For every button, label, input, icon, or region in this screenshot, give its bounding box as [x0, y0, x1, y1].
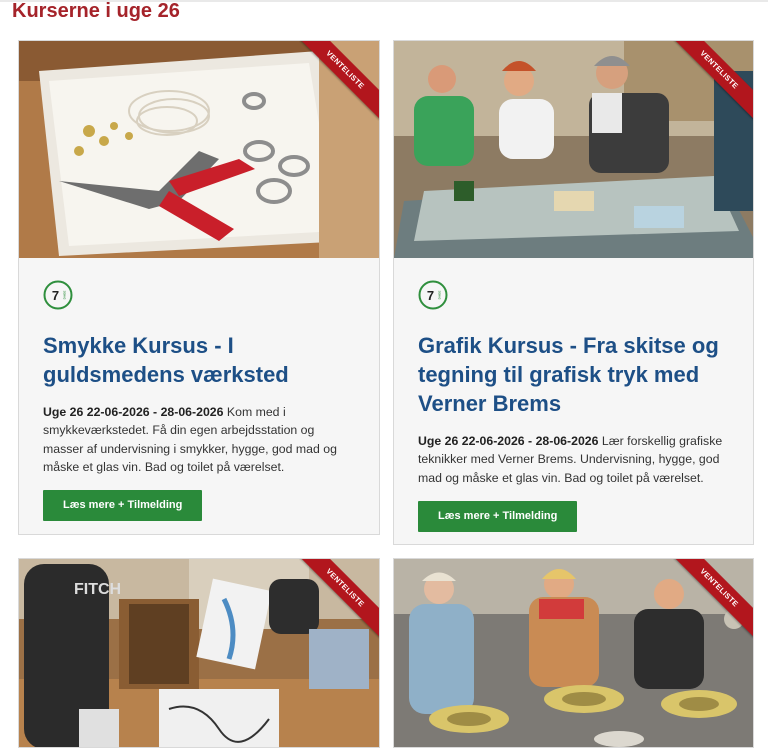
svg-text:DAGE: DAGE [438, 291, 442, 300]
course-card-smykke: VENTELISTE 7 DAGE Smykke Kursus - I guld… [18, 40, 380, 535]
course-description: Uge 26 22-06-2026 - 28-06-2026 Kom med i… [43, 403, 355, 476]
course-card-painting: FITCH VENTELISTE [18, 558, 380, 748]
read-more-signup-button[interactable]: Læs mere + Tilmelding [418, 500, 578, 532]
course-date: Uge 26 22-06-2026 - 28-06-2026 [43, 405, 224, 419]
course-description: Uge 26 22-06-2026 - 28-06-2026 Lær forsk… [418, 432, 729, 487]
seven-days-badge-icon: 7 DAGE [418, 280, 448, 310]
svg-text:DAGE: DAGE [63, 291, 67, 300]
card-image-painting[interactable]: FITCH VENTELISTE [19, 559, 379, 747]
seven-days-badge-icon: 7 DAGE [43, 280, 73, 310]
waitlist-ribbon: VENTELISTE [673, 559, 753, 639]
course-title[interactable]: Smykke Kursus - I guldsmedens værksted [43, 331, 355, 389]
waitlist-ribbon: VENTELISTE [299, 41, 379, 121]
card-image-ceramics[interactable]: VENTELISTE [394, 559, 753, 747]
waitlist-ribbon: VENTELISTE [299, 559, 379, 639]
svg-text:7: 7 [427, 288, 434, 303]
card-image-print[interactable]: VENTELISTE [394, 41, 753, 258]
waitlist-ribbon: VENTELISTE [673, 41, 753, 121]
section-title: Kurserne i uge 26 [12, 0, 180, 22]
course-card-ceramics: VENTELISTE [393, 558, 754, 748]
card-image-jewelry[interactable]: VENTELISTE [19, 41, 379, 258]
course-card-grafik: VENTELISTE 7 DAGE Grafik Kursus - Fra sk… [393, 40, 754, 545]
svg-text:7: 7 [52, 288, 59, 303]
svg-text:FITCH: FITCH [74, 581, 121, 598]
read-more-signup-button[interactable]: Læs mere + Tilmelding [43, 490, 203, 522]
course-title[interactable]: Grafik Kursus - Fra skitse og tegning ti… [418, 331, 729, 418]
course-date: Uge 26 22-06-2026 - 28-06-2026 [418, 434, 599, 448]
